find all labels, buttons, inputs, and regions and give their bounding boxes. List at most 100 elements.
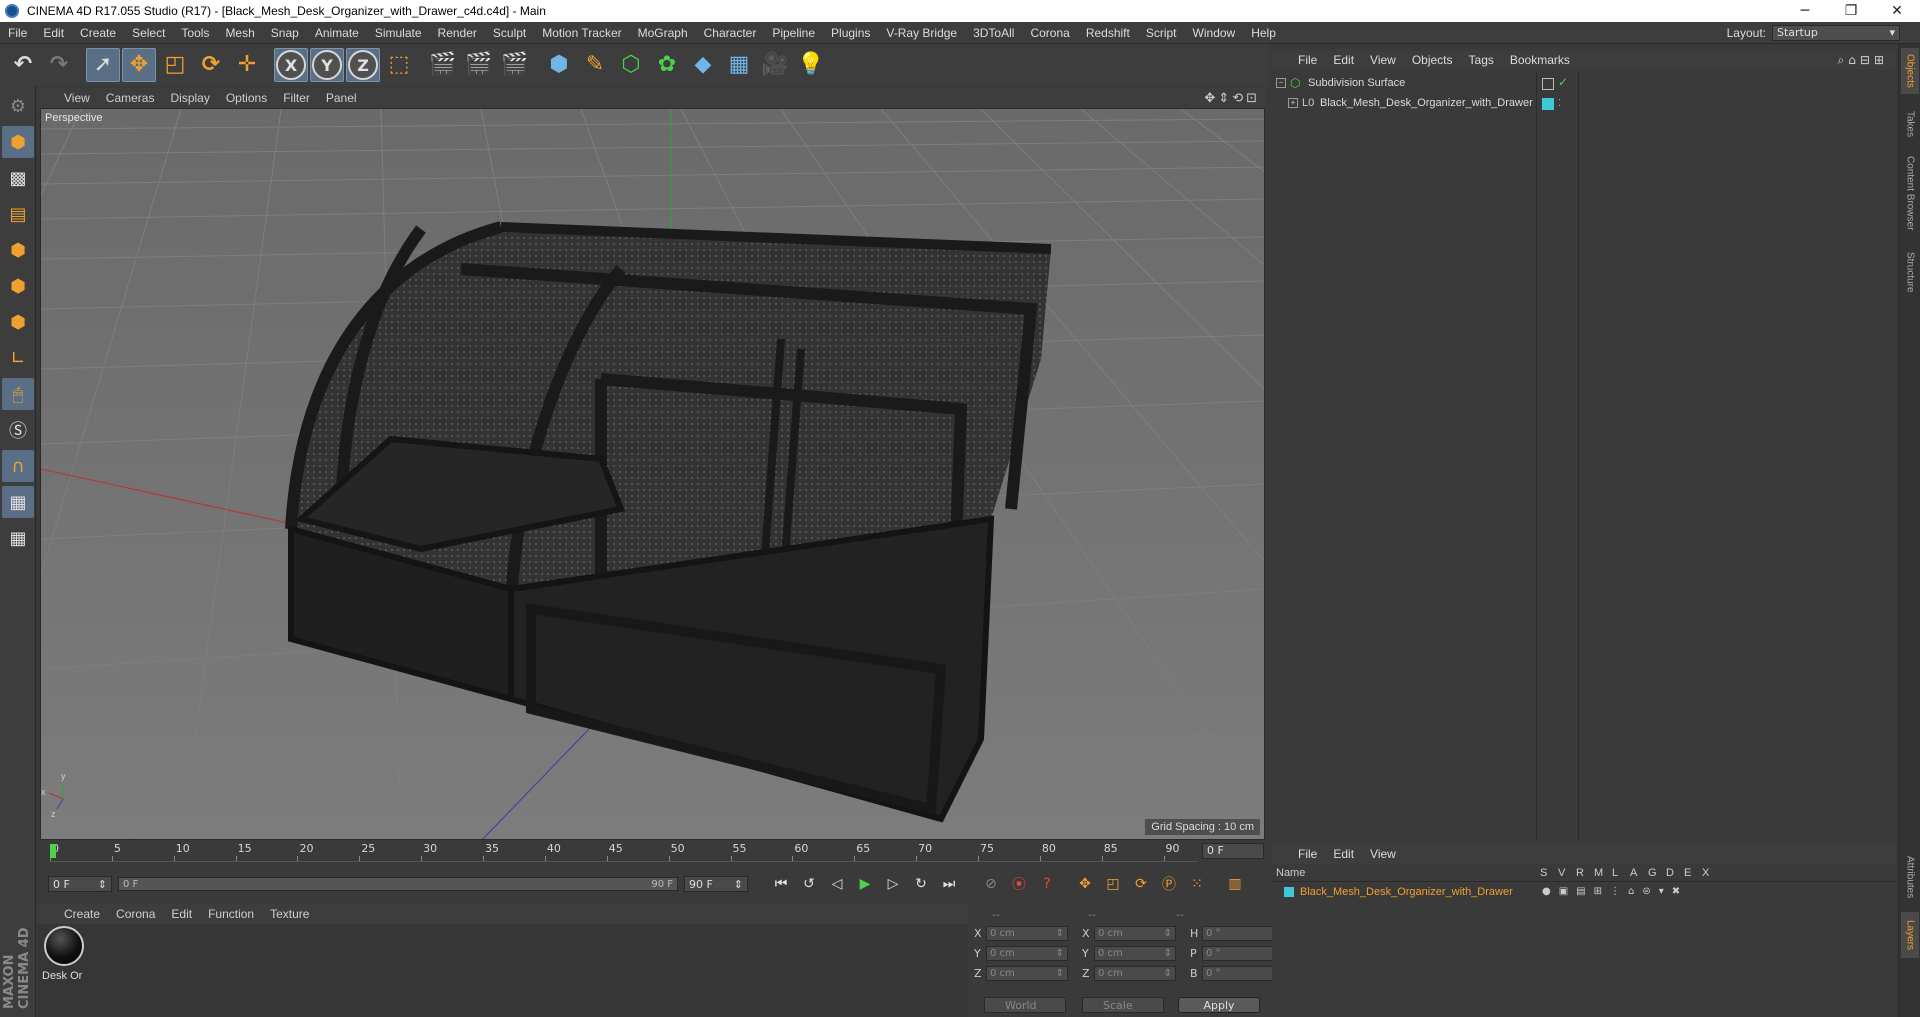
redo-button[interactable]: ↷: [42, 48, 76, 82]
rotate-tool-button[interactable]: ⟳: [194, 48, 228, 82]
menu-vray-bridge[interactable]: V-Ray Bridge: [878, 26, 965, 40]
key-position-button[interactable]: ✥: [1072, 873, 1098, 895]
material-tag-icon[interactable]: [1542, 98, 1554, 110]
key-pla-button[interactable]: ⁙: [1184, 873, 1210, 895]
z-axis-lock-button[interactable]: Z: [346, 48, 380, 82]
tweak-mode-button[interactable]: 🖱: [2, 378, 34, 410]
menu-simulate[interactable]: Simulate: [367, 26, 430, 40]
visibility-toggle-icon[interactable]: [1542, 78, 1554, 90]
axis-mode-button[interactable]: ∟: [2, 342, 34, 374]
live-selection-button[interactable]: ➚: [86, 48, 120, 82]
viewport-navigation-icons[interactable]: ✥⇕⟲⊡: [1204, 91, 1260, 106]
x-axis-lock-button[interactable]: X: [274, 48, 308, 82]
texture-mode-button[interactable]: ▩: [2, 162, 34, 194]
record-keys-button[interactable]: ⊘: [978, 873, 1004, 895]
menu-tools[interactable]: Tools: [173, 26, 217, 40]
previous-key-button[interactable]: ↺: [796, 873, 822, 895]
snap-toggle-button[interactable]: Ⓢ: [2, 414, 34, 446]
om-menu-edit[interactable]: Edit: [1325, 53, 1362, 67]
key-parameter-button[interactable]: Ⓟ: [1156, 873, 1182, 895]
menu-character[interactable]: Character: [696, 26, 765, 40]
menu-motion-tracker[interactable]: Motion Tracker: [534, 26, 629, 40]
size-x-field[interactable]: 0 cm ⇕: [1094, 926, 1176, 941]
start-frame-field[interactable]: 0 F ⇕: [48, 876, 112, 892]
coordinate-space-dropdown[interactable]: World: [984, 997, 1066, 1013]
om-menu-file[interactable]: File: [1290, 53, 1325, 67]
object-row-subdivision-surface[interactable]: − ⬡ Subdivision Surface: [1276, 74, 1405, 92]
material-menu-texture[interactable]: Texture: [262, 907, 317, 921]
key-scale-button[interactable]: ◰: [1100, 873, 1126, 895]
tab-layers[interactable]: Layers: [1901, 912, 1919, 958]
autokey-button[interactable]: ⦿: [1006, 873, 1032, 895]
material-thumbnail[interactable]: [44, 926, 84, 966]
maximize-button[interactable]: ❐: [1828, 0, 1874, 22]
menu-animate[interactable]: Animate: [307, 26, 367, 40]
viewport-menu-view[interactable]: View: [56, 91, 98, 105]
viewport-menu-options[interactable]: Options: [218, 91, 275, 105]
menu-snap[interactable]: Snap: [263, 26, 307, 40]
previous-frame-button[interactable]: ◁: [824, 873, 850, 895]
deformer-button[interactable]: ◆: [686, 48, 720, 82]
material-name[interactable]: Desk Or: [42, 970, 82, 982]
size-z-field[interactable]: 0 cm ⇕: [1094, 966, 1176, 981]
camera-button[interactable]: 🎥: [758, 48, 792, 82]
viewport-menu-display[interactable]: Display: [162, 91, 217, 105]
spline-pen-button[interactable]: ✎: [578, 48, 612, 82]
keyframe-selection-button[interactable]: ?: [1034, 873, 1060, 895]
playhead[interactable]: [50, 844, 56, 858]
menu-edit[interactable]: Edit: [35, 26, 72, 40]
points-mode-button[interactable]: ⬢: [2, 234, 34, 266]
timeline[interactable]: 051015202530354045505560657075808590 0 F: [38, 842, 1266, 862]
menu-create[interactable]: Create: [72, 26, 124, 40]
menu-3dtoall[interactable]: 3DToAll: [965, 26, 1022, 40]
menu-corona[interactable]: Corona: [1022, 26, 1077, 40]
lock-workplane-button[interactable]: ▦: [2, 486, 34, 518]
end-frame-field[interactable]: 90 F ⇕: [684, 876, 748, 892]
subdivision-surface-button[interactable]: ⬡: [614, 48, 648, 82]
go-to-end-button[interactable]: ⏭: [936, 873, 962, 895]
y-axis-lock-button[interactable]: Y: [310, 48, 344, 82]
menu-help[interactable]: Help: [1243, 26, 1284, 40]
timeline-window-button[interactable]: ▥: [1222, 873, 1248, 895]
layer-menu-view[interactable]: View: [1362, 847, 1404, 861]
next-frame-button[interactable]: ▷: [880, 873, 906, 895]
layer-flag-icons[interactable]: ●▣▤⊞⋮⌂⊜▾✖: [1542, 886, 1688, 897]
render-view-button[interactable]: 🎬: [426, 48, 460, 82]
move-tool-button[interactable]: ✥: [122, 48, 156, 82]
position-x-field[interactable]: 0 cm ⇕: [986, 926, 1068, 941]
material-menu-create[interactable]: Create: [56, 907, 108, 921]
perspective-viewport[interactable]: y x z Perspective Grid Spacing : 10 cm: [40, 108, 1265, 840]
material-menu-corona[interactable]: Corona: [108, 907, 163, 921]
om-menu-tags[interactable]: Tags: [1461, 53, 1502, 67]
om-menu-bookmarks[interactable]: Bookmarks: [1502, 53, 1578, 67]
tab-takes[interactable]: Takes: [1901, 104, 1919, 144]
floor-button[interactable]: ▦: [722, 48, 756, 82]
om-menu-view[interactable]: View: [1362, 53, 1404, 67]
object-row-desk-organizer[interactable]: + L0 Black_Mesh_Desk_Organizer_with_Draw…: [1288, 94, 1533, 112]
key-rotation-button[interactable]: ⟳: [1128, 873, 1154, 895]
layer-menu-edit[interactable]: Edit: [1325, 847, 1362, 861]
undo-button[interactable]: ↶: [6, 48, 40, 82]
current-frame-field[interactable]: 0 F: [1202, 843, 1264, 859]
tab-structure[interactable]: Structure: [1901, 244, 1919, 300]
visibility-dots-icon[interactable]: ⁚: [1558, 98, 1570, 110]
render-picture-viewer-button[interactable]: 🎬: [462, 48, 496, 82]
render-settings-button[interactable]: 🎬: [498, 48, 532, 82]
timeline-ruler[interactable]: 051015202530354045505560657075808590: [50, 842, 1198, 862]
cube-primitive-button[interactable]: ⬢: [542, 48, 576, 82]
om-menu-objects[interactable]: Objects: [1404, 53, 1461, 67]
menu-pipeline[interactable]: Pipeline: [764, 26, 823, 40]
close-button[interactable]: ✕: [1874, 0, 1920, 22]
menu-window[interactable]: Window: [1185, 26, 1244, 40]
array-button[interactable]: ✿: [650, 48, 684, 82]
expand-icon[interactable]: +: [1288, 98, 1298, 108]
om-search-home-icons[interactable]: ⌕⌂⊟⊞: [1838, 53, 1888, 68]
coordinate-mode-dropdown[interactable]: Scale: [1082, 997, 1164, 1013]
tab-content-browser[interactable]: Content Browser: [1901, 148, 1919, 238]
tab-attributes[interactable]: Attributes: [1901, 844, 1919, 910]
tab-objects[interactable]: Objects: [1901, 48, 1919, 94]
layout-dropdown[interactable]: Startup ▾: [1772, 24, 1900, 41]
menu-sculpt[interactable]: Sculpt: [485, 26, 534, 40]
light-button[interactable]: 💡: [794, 48, 828, 82]
menu-render[interactable]: Render: [430, 26, 485, 40]
